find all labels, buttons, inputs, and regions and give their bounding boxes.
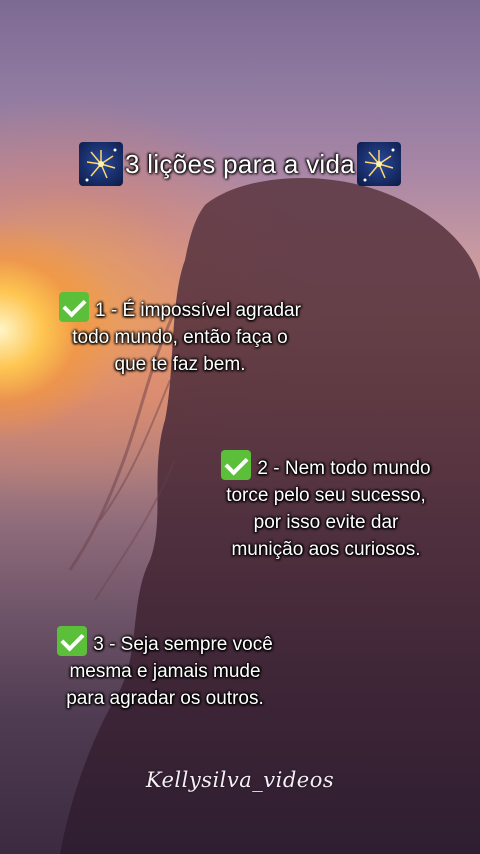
- woman-silhouette: [60, 177, 480, 854]
- tip-1-line-3: que te faz bem.: [114, 354, 246, 375]
- title-text: 3 lições para a vida: [124, 148, 356, 179]
- fireworks-icon: [78, 142, 123, 186]
- tip-3-line-1: 3 - Seja sempre você: [93, 634, 273, 655]
- page-title: 3 lições para a vida: [0, 142, 480, 186]
- watermark: Kellysilva_videos: [145, 768, 335, 792]
- tip-2-line-1: 2 - Nem todo mundo: [257, 458, 431, 479]
- tip-1-line-2: todo mundo, então faça o: [72, 327, 288, 348]
- tip-2-line-3: por isso evite dar: [253, 512, 399, 533]
- tip-2-line-2: torce pelo seu sucesso,: [226, 485, 426, 506]
- check-mark-icon: [59, 292, 90, 322]
- check-mark-icon: [221, 450, 252, 480]
- tip-3: 3 - Seja sempre você mesma e jamais mude…: [30, 626, 300, 712]
- tip-3-line-2: mesma e jamais mude: [69, 661, 261, 682]
- check-mark-icon: [57, 626, 88, 656]
- tip-1-line-1: 1 - É impossível agradar: [95, 300, 301, 321]
- tip-2-line-4: munição aos curiosos.: [231, 539, 421, 560]
- fireworks-icon: [357, 142, 402, 186]
- tip-2: 2 - Nem todo mundo torce pelo seu sucess…: [198, 450, 454, 563]
- tip-3-line-3: para agradar os outros.: [66, 688, 264, 709]
- tip-1: 1 - É impossível agradar todo mundo, ent…: [30, 292, 330, 378]
